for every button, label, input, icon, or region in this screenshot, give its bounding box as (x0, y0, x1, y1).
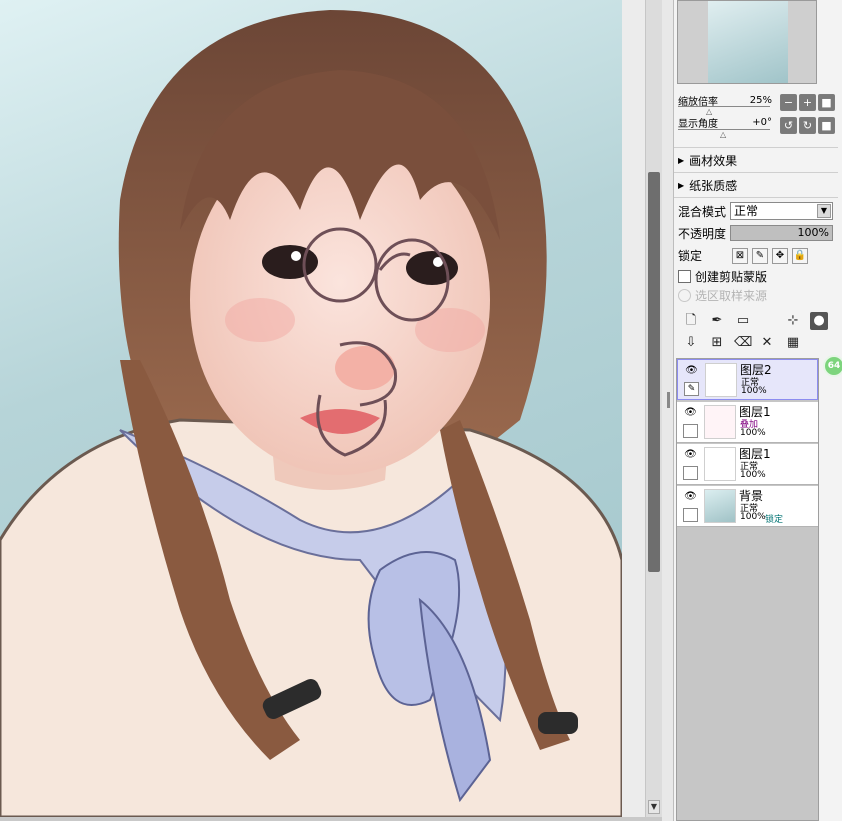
eye-icon[interactable]: 👁 (683, 406, 698, 420)
layers-panel: 👁 ✎ 图层2 正常 100% 👁 图层1 叠加 100% 👁 图层1 正常 1… (676, 358, 819, 821)
clear-layer-icon[interactable]: ⌫ (734, 334, 752, 352)
layer-opacity: 100% (740, 512, 766, 522)
scroll-down-icon[interactable]: ▼ (648, 800, 660, 814)
layer-thumbnail (705, 363, 737, 397)
merge-down-icon[interactable]: ⇩ (682, 334, 700, 352)
divider (674, 147, 838, 148)
rotate-cw-button[interactable]: ↻ (799, 117, 816, 134)
layer-opacity: 100% (741, 386, 767, 396)
clipping-mask-checkbox[interactable] (678, 270, 691, 283)
rotate-row: 显示角度 +0° (678, 115, 772, 130)
eye-icon[interactable]: 👁 (683, 448, 698, 462)
opacity-label: 不透明度 (678, 227, 727, 241)
layer-thumbnail (704, 489, 736, 523)
layer-opacity: 100% (740, 470, 766, 480)
layer-item[interactable]: 👁 背景 正常 100% 锁定 (677, 486, 818, 527)
layer-options-icon[interactable]: ⊹ (784, 312, 802, 330)
zoom-in-button[interactable]: + (799, 94, 816, 111)
new-pen-layer-icon[interactable]: ✒ (708, 312, 726, 330)
scrollbar-thumb[interactable] (648, 172, 660, 572)
rotate-buttons: ↺ ↻ ■ (778, 117, 835, 134)
delete-layer-icon[interactable]: ✕ (758, 334, 776, 352)
right-panel: 缩放倍率 25% △ − + ■ 显示角度 +0° △ ↺ ↻ ■ ▶ 画材效果 ▶ 纸… (674, 0, 842, 821)
new-folder-icon[interactable]: ▭ (734, 312, 752, 330)
rotate-reset-button[interactable]: ■ (818, 117, 835, 134)
lock-move-icon[interactable]: ✥ (772, 247, 788, 264)
transparency-grid-icon[interactable]: ▦ (784, 334, 802, 352)
navigator-thumbnail (708, 1, 788, 83)
drawing-canvas[interactable] (0, 0, 622, 817)
paint-app-window: ▼ 缩放倍率 25% △ − + ■ 显示角度 +0° △ ↺ ↻ ■ ▶ 画材… (0, 0, 842, 821)
blend-mode-label: 混合模式 (678, 205, 727, 219)
opacity-slider[interactable]: 100% (730, 225, 833, 241)
layer-aux-box[interactable] (683, 424, 698, 438)
layer-aux-box[interactable] (683, 466, 698, 480)
section-canvas-effect[interactable]: ▶ 画材效果 (678, 151, 737, 169)
lock-label: 锁定 (678, 249, 703, 263)
zoom-out-button[interactable]: − (780, 94, 797, 111)
selection-source-row[interactable]: 选区取样来源 (678, 287, 767, 304)
panel-divider[interactable] (662, 0, 674, 821)
zoom-slider[interactable] (678, 106, 770, 107)
zoom-buttons: − + ■ (778, 94, 835, 111)
layer-aux-box[interactable] (683, 508, 698, 522)
mask-icon[interactable]: ● (810, 312, 828, 330)
expand-triangle-icon: ▶ (678, 155, 685, 165)
new-layer-icon[interactable]: 🗋 (682, 312, 700, 330)
notification-badge[interactable]: 64 (823, 355, 842, 377)
expand-triangle-icon: ▶ (678, 180, 685, 190)
eye-icon[interactable]: 👁 (683, 490, 698, 504)
canvas-margin (622, 0, 645, 817)
section-paper-texture[interactable]: ▶ 纸张质感 (678, 176, 737, 194)
canvas-horizontal-scrollbar[interactable] (0, 817, 662, 821)
zoom-reset-button[interactable]: ■ (818, 94, 835, 111)
opacity-row: 不透明度 (678, 225, 726, 242)
lock-paint-icon[interactable]: ✎ (752, 247, 768, 264)
chevron-down-icon[interactable]: ▼ (817, 204, 831, 218)
section-canvas-effect-label: 画材效果 (689, 153, 738, 168)
section-paper-texture-label: 纸张质感 (689, 178, 738, 193)
rotate-slider-handle-icon[interactable]: △ (720, 130, 726, 139)
layer-lock-status: 锁定 (765, 515, 784, 525)
lock-row: 锁定 ⊠ ✎ ✥ 🔒 (678, 247, 812, 264)
zoom-value: 25% (749, 95, 772, 106)
divider (674, 172, 838, 173)
portrait-artwork (0, 10, 622, 817)
layer-toolbar: 🗋 ✒ ▭ ⊹ ● ⇩ ⊞ ⌫ ✕ ▦ (676, 306, 828, 356)
canvas-vertical-scrollbar[interactable]: ▼ (645, 0, 662, 817)
selection-source-label: 选区取样来源 (695, 289, 768, 303)
blend-mode-select[interactable]: 正常 ▼ (730, 202, 833, 220)
layer-thumbnail (704, 405, 736, 439)
eye-icon[interactable]: 👁 (684, 364, 699, 378)
rotate-value: +0° (752, 117, 772, 128)
clipping-mask-label: 创建剪贴蒙版 (695, 270, 768, 284)
lock-all-icon[interactable]: 🔒 (792, 247, 808, 264)
pen-icon[interactable]: ✎ (684, 382, 699, 396)
blend-mode-value: 正常 (734, 204, 759, 218)
lock-transparency-icon[interactable]: ⊠ (732, 247, 748, 264)
merge-visible-icon[interactable]: ⊞ (708, 334, 726, 352)
divider-grip-icon[interactable] (667, 392, 670, 408)
rotate-label: 显示角度 (678, 119, 718, 130)
rotate-ccw-button[interactable]: ↺ (780, 117, 797, 134)
opacity-value: 100% (797, 226, 829, 239)
blend-mode-row: 混合模式 (678, 203, 726, 220)
layer-item[interactable]: 👁 图层1 叠加 100% (677, 402, 818, 443)
layer-item[interactable]: 👁 ✎ 图层2 正常 100% (677, 359, 818, 400)
selection-source-radio[interactable] (678, 289, 691, 302)
layer-thumbnail (704, 447, 736, 481)
layer-opacity: 100% (740, 428, 766, 438)
navigator-preview[interactable] (677, 0, 817, 84)
layer-item[interactable]: 👁 图层1 正常 100% (677, 444, 818, 485)
divider (674, 197, 838, 198)
clipping-mask-row[interactable]: 创建剪贴蒙版 (678, 268, 767, 285)
